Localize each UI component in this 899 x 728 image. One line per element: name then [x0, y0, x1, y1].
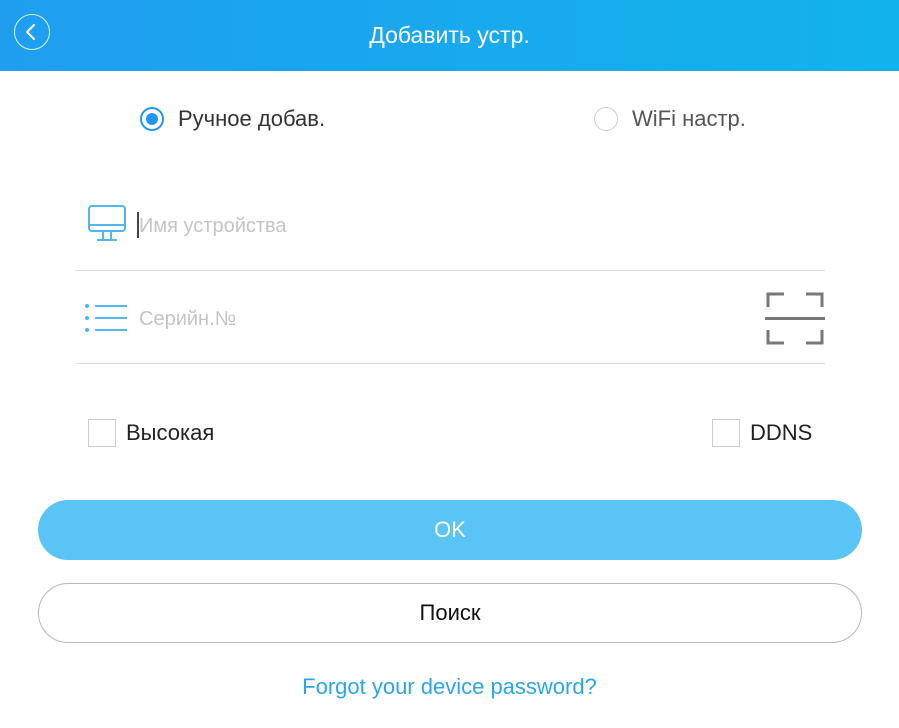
ok-button[interactable]: OK: [38, 500, 862, 560]
header-bar: Добавить устр.: [0, 0, 899, 71]
qr-scan-icon[interactable]: [765, 291, 825, 346]
radio-wifi-setup[interactable]: WiFi настр.: [594, 104, 746, 134]
forgot-password-link[interactable]: Forgot your device password?: [0, 674, 899, 700]
radio-wifi-setup-label: WiFi настр.: [632, 106, 746, 131]
radio-manual-add-label: Ручное добав.: [178, 106, 326, 131]
radio-manual-add[interactable]: Ручное добав.: [140, 104, 325, 134]
search-button[interactable]: Поиск: [38, 583, 862, 643]
radio-unchecked-icon: [594, 107, 618, 131]
checkbox-ddns-label: DDNS: [750, 420, 813, 445]
checkbox-ddns[interactable]: DDNS: [712, 418, 812, 448]
device-name-input[interactable]: [137, 210, 741, 242]
serial-number-row: [75, 272, 825, 364]
checkbox-high-label: Высокая: [126, 420, 215, 445]
monitor-icon: [88, 205, 126, 241]
device-name-row: [75, 179, 825, 271]
list-icon: [85, 304, 127, 332]
checkbox-high[interactable]: Высокая: [88, 418, 214, 448]
page-title: Добавить устр.: [369, 22, 530, 48]
radio-checked-icon: [140, 107, 164, 131]
checkbox-ddns-box[interactable]: [712, 419, 740, 447]
serial-number-input[interactable]: [137, 303, 741, 335]
checkbox-high-box[interactable]: [88, 419, 116, 447]
